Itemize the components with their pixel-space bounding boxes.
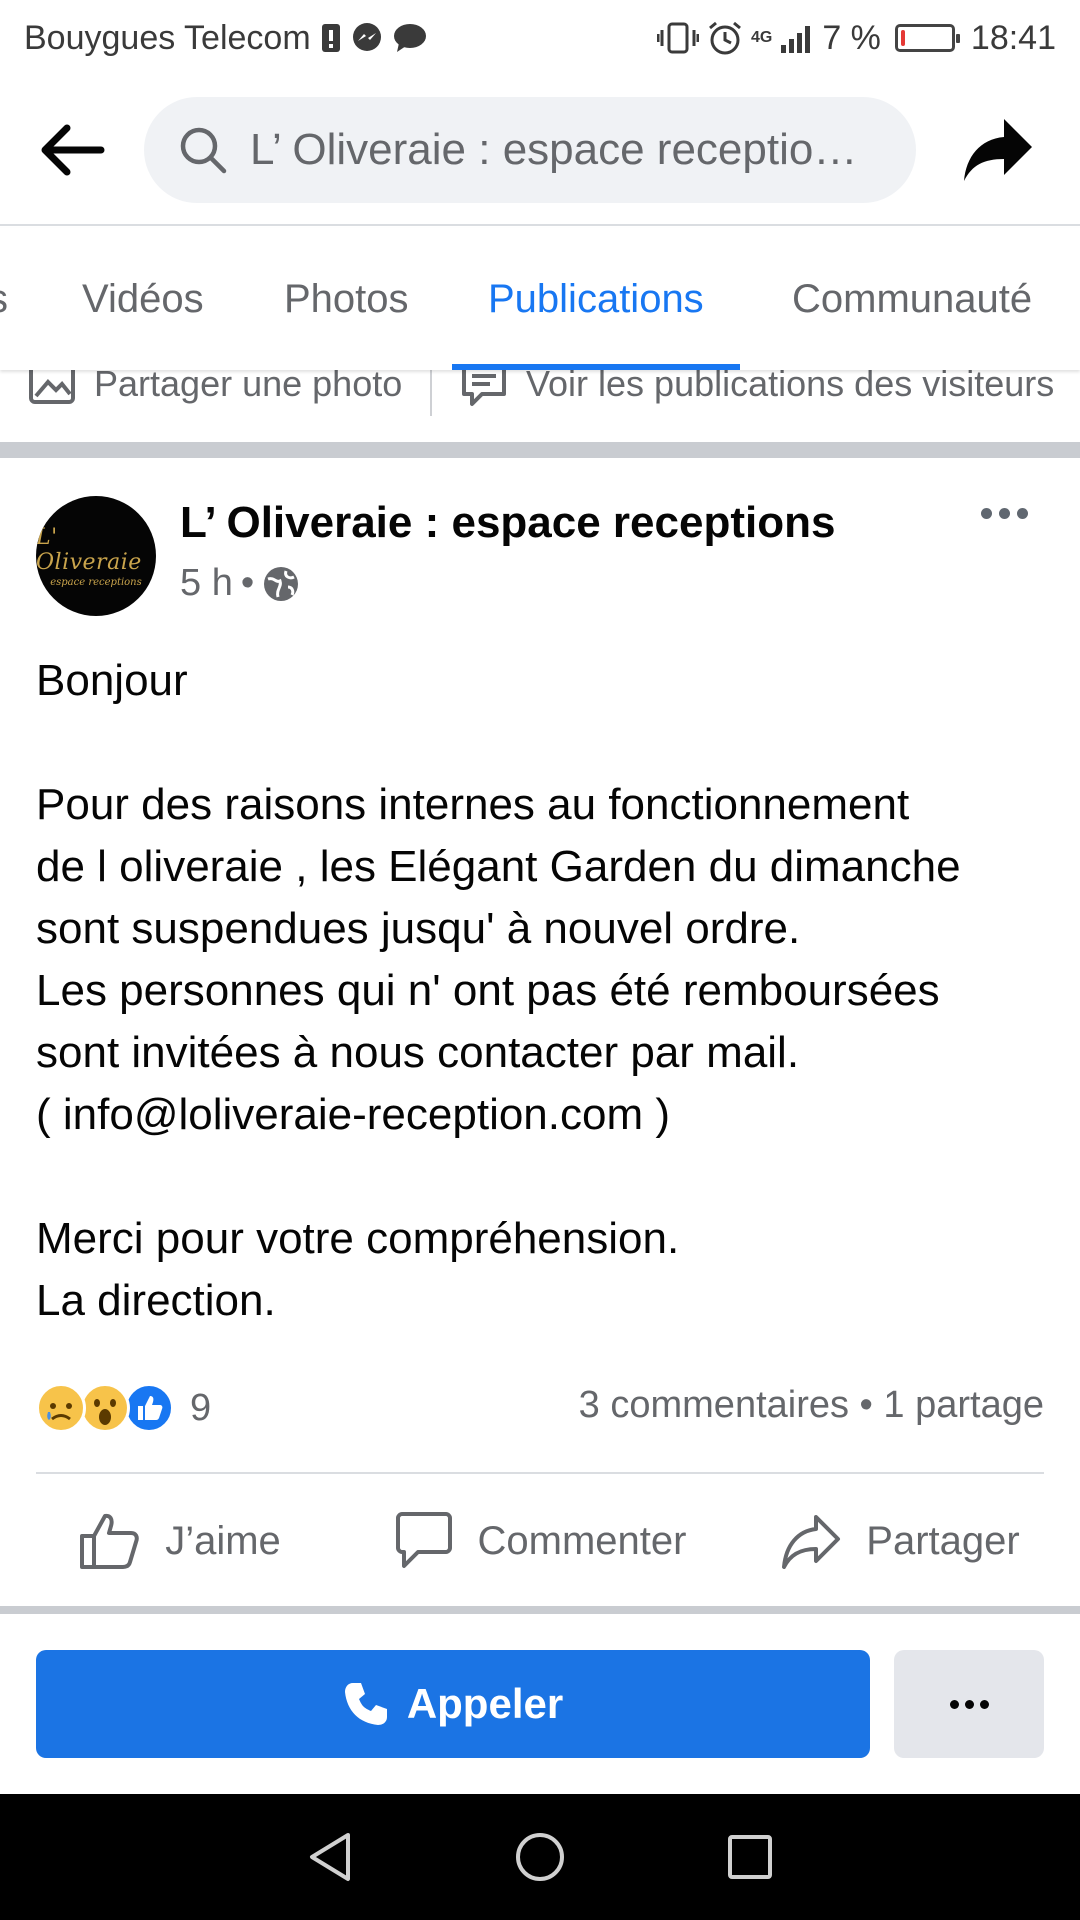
post-line: de l oliveraie , les Elégant Garden du d… <box>36 842 961 891</box>
comments-shares-stats[interactable]: 3 commentaires • 1 partage <box>579 1384 1044 1427</box>
tab-videos[interactable]: Vidéos <box>82 228 204 370</box>
post-text: Bonjour Pour des raisons internes au fon… <box>36 650 1046 1332</box>
vibrate-icon <box>656 22 699 54</box>
like-label: J’aime <box>165 1518 281 1563</box>
section-separator <box>0 442 1080 458</box>
thumbs-up-icon <box>80 1513 139 1569</box>
meta-dot: • <box>240 562 255 604</box>
comment-label: Commenter <box>477 1518 687 1563</box>
back-button[interactable] <box>0 75 144 225</box>
share-arrow-icon <box>964 119 1032 181</box>
battery-fill <box>900 30 905 46</box>
call-button[interactable]: Appeler <box>36 1650 870 1758</box>
reactions-summary[interactable]: 9 <box>36 1380 211 1436</box>
alarm-icon <box>709 21 741 55</box>
carrier-name: Bouygues Telecom <box>24 18 311 57</box>
post-meta: 5 h • <box>180 562 300 605</box>
page-avatar[interactable]: L' Oliveraie espace receptions <box>36 496 156 616</box>
battery-icon <box>894 24 960 52</box>
network-type: 4G <box>750 29 773 46</box>
post-options-button[interactable] <box>981 508 1028 519</box>
share-icon <box>782 1515 841 1569</box>
status-left: Bouygues Telecom <box>24 19 427 58</box>
nav-recents-icon[interactable] <box>726 1833 774 1881</box>
messenger-icon <box>352 23 381 51</box>
post-line: Les personnes qui n' ont pas été rembour… <box>36 966 940 1015</box>
post-line: sont invitées à nous contacter par mail. <box>36 1028 800 1077</box>
tab-publications[interactable]: Publications <box>452 228 740 370</box>
wow-reaction-icon <box>80 1383 130 1433</box>
nav-home-icon[interactable] <box>514 1831 566 1883</box>
divider <box>36 1472 1044 1474</box>
tab-communaute[interactable]: Communauté <box>792 228 1032 370</box>
like-button[interactable]: J’aime <box>0 1476 360 1606</box>
share-button[interactable]: Partager <box>720 1476 1080 1606</box>
share-page-button[interactable] <box>916 75 1080 225</box>
share-label: Partager <box>866 1518 1020 1563</box>
page-tabs: s Vidéos Photos Publications Communauté <box>0 228 1080 370</box>
post-actions: J’aime Commenter Partager <box>0 1476 1080 1606</box>
post-line: Bonjour <box>36 656 188 705</box>
post-line: Pour des raisons internes au fonctionnem… <box>36 780 910 829</box>
comment-button[interactable]: Commenter <box>360 1476 720 1606</box>
search-input[interactable] <box>250 125 870 175</box>
post-line: Merci pour votre compréhension. <box>36 1214 680 1263</box>
post-line <box>36 712 1046 774</box>
post-line: sont suspendues jusqu' à nouvel ordre. <box>36 904 801 953</box>
chat-icon <box>393 24 426 52</box>
nav-back-icon[interactable] <box>306 1831 354 1883</box>
search-icon <box>180 127 227 174</box>
arrow-left-icon <box>41 124 105 176</box>
bottom-action-bar: Appeler <box>0 1614 1080 1794</box>
avatar-logo-subtext: espace receptions <box>50 576 142 588</box>
status-right: 4G 7 % 18:41 <box>656 18 1056 58</box>
search-box[interactable] <box>144 97 916 203</box>
section-separator <box>0 1606 1080 1614</box>
comment-icon <box>395 1512 452 1568</box>
active-tab-indicator <box>452 364 740 370</box>
clock: 18:41 <box>970 18 1056 57</box>
reaction-count: 9 <box>190 1386 212 1429</box>
post-header: L' Oliveraie espace receptions L’ Oliver… <box>0 458 1080 628</box>
more-options-button[interactable] <box>894 1650 1044 1758</box>
post-line <box>36 1146 1046 1208</box>
search-header <box>0 76 1080 226</box>
battery-percent: 7 % <box>822 18 881 57</box>
status-bar: Bouygues Telecom 4G 7 % 18:41 <box>0 0 1080 76</box>
post-time[interactable]: 5 h <box>180 562 233 605</box>
battery-alert-icon <box>321 24 340 52</box>
avatar-logo-text: L' Oliveraie <box>36 524 142 575</box>
phone-icon <box>344 1683 387 1725</box>
globe-icon <box>264 566 299 601</box>
sad-reaction-icon <box>36 1383 86 1433</box>
tab-photos[interactable]: Photos <box>284 228 409 370</box>
tab-partial[interactable]: s <box>0 228 8 370</box>
call-label: Appeler <box>406 1680 564 1727</box>
page-name[interactable]: L’ Oliveraie : espace receptions <box>180 498 835 548</box>
post-line-email[interactable]: ( info@loliveraie-reception.com ) <box>36 1084 1046 1146</box>
like-reaction-icon <box>124 1383 174 1433</box>
signal-icon <box>781 26 811 53</box>
system-nav-bar <box>0 1794 1080 1920</box>
post-line: La direction. <box>36 1276 276 1325</box>
